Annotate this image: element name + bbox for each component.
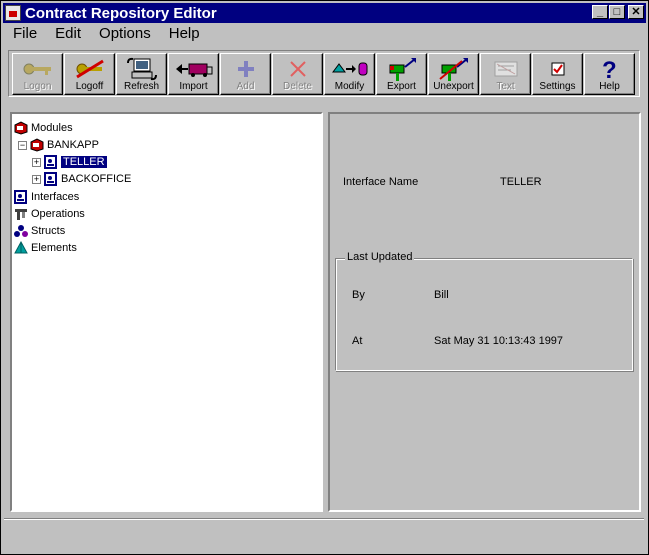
toolbar: Logon Logoff Refresh Import Add Delete M… (12, 53, 636, 95)
x-delete-icon (273, 58, 322, 80)
refresh-button[interactable]: Refresh (116, 53, 167, 95)
plus-icon (221, 58, 270, 80)
export-button[interactable]: Export (376, 53, 427, 95)
module-icon (30, 138, 44, 152)
import-truck-icon (169, 58, 218, 80)
tree-item-elements[interactable]: Elements (14, 240, 77, 256)
interface-name-label: Interface Name (343, 176, 419, 188)
status-bar (4, 518, 644, 549)
unexport-mailbox-icon (429, 58, 478, 81)
help-button[interactable]: ? Help (584, 53, 635, 95)
interface-name-value: TELLER (500, 176, 542, 188)
title-bar[interactable]: Contract Repository Editor _ □ ✕ (3, 3, 646, 23)
tree-pane[interactable]: Modules − BANKAPP + TELLER + BACKOFFICE … (10, 112, 323, 512)
last-updated-legend: Last Updated (345, 251, 415, 263)
bankapp-expander[interactable]: − (18, 141, 27, 150)
tree-item-backoffice[interactable]: BACKOFFICE (44, 171, 131, 187)
interface-icon (14, 190, 28, 204)
tree-item-structs[interactable]: Structs (14, 223, 65, 239)
delete-button[interactable]: Delete (272, 53, 323, 95)
unexport-button[interactable]: Unexport (428, 53, 479, 95)
text-icon (481, 58, 530, 80)
tree-item-interfaces[interactable]: Interfaces (14, 189, 79, 205)
operations-icon (14, 207, 28, 221)
elements-icon (14, 240, 28, 255)
settings-button[interactable]: Settings (532, 53, 583, 95)
refresh-computer-icon (117, 57, 166, 81)
modify-button[interactable]: Modify (324, 53, 375, 95)
by-value: Bill (434, 289, 449, 301)
question-icon: ? (585, 57, 634, 81)
window-title: Contract Repository Editor (25, 4, 217, 22)
backoffice-expander[interactable]: + (32, 175, 41, 184)
export-mailbox-icon (377, 58, 426, 81)
logon-button[interactable]: Logon (12, 53, 63, 95)
menu-options[interactable]: Options (89, 25, 159, 42)
interface-icon (44, 172, 58, 186)
at-label: At (352, 335, 363, 347)
settings-check-icon (533, 58, 582, 80)
close-button[interactable]: ✕ (628, 5, 644, 19)
by-label: By (352, 289, 365, 301)
tree-item-bankapp[interactable]: BANKAPP (30, 137, 99, 153)
at-value: Sat May 31 10:13:43 1997 (434, 335, 564, 347)
tree-item-operations[interactable]: Operations (14, 206, 85, 222)
key-icon (13, 58, 62, 80)
modify-shapes-icon (325, 58, 374, 80)
app-icon[interactable] (5, 5, 21, 21)
structs-icon (14, 224, 28, 238)
svg-text:?: ? (602, 57, 617, 81)
menu-file[interactable]: File (3, 25, 45, 42)
close-icon: ✕ (631, 6, 641, 18)
menu-edit[interactable]: Edit (45, 25, 89, 42)
interface-icon (44, 155, 58, 169)
minimize-icon: _ (596, 6, 604, 18)
logoff-button[interactable]: Logoff (64, 53, 115, 95)
menu-bar: File Edit Options Help (3, 23, 646, 43)
import-button[interactable]: Import (168, 53, 219, 95)
maximize-button[interactable]: □ (609, 5, 625, 19)
teller-expander[interactable]: + (32, 158, 41, 167)
modules-folder-icon (14, 121, 28, 135)
menu-help[interactable]: Help (159, 25, 208, 42)
key-crossed-icon (65, 58, 114, 80)
last-updated-group (335, 258, 633, 371)
text-button[interactable]: Text (480, 53, 531, 95)
maximize-icon: □ (613, 6, 621, 18)
tree-item-teller[interactable]: TELLER (44, 154, 107, 170)
minimize-button[interactable]: _ (592, 5, 608, 19)
tree-item-modules[interactable]: Modules (14, 120, 73, 136)
add-button[interactable]: Add (220, 53, 271, 95)
